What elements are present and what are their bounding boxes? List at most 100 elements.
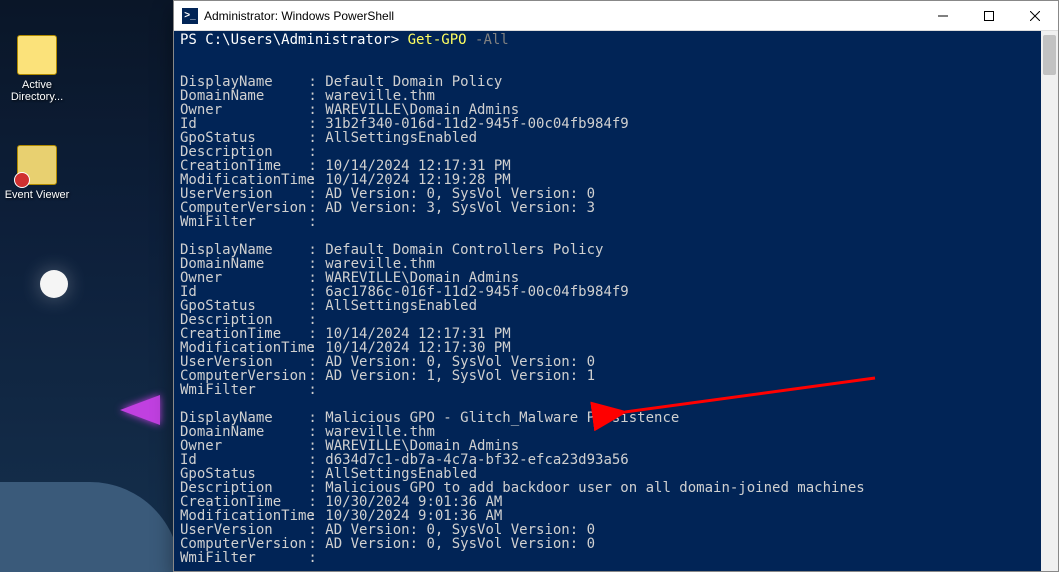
field-label: GpoStatus [180, 467, 300, 481]
colon: : [300, 214, 325, 230]
output-line: UserVersion : AD Version: 0, SysVol Vers… [180, 187, 1035, 201]
output-line: WmiFilter : [180, 551, 1035, 565]
field-value: AD Version: 0, SysVol Version: 0 [325, 536, 595, 552]
output-line: ComputerVersion : AD Version: 0, SysVol … [180, 537, 1035, 551]
field-value: AD Version: 1, SysVol Version: 1 [325, 368, 595, 384]
vertical-scrollbar[interactable] [1041, 31, 1058, 571]
field-label: UserVersion [180, 187, 300, 201]
desktop-icon-active-directory[interactable]: Active Directory... [0, 35, 74, 103]
field-label: WmiFilter [180, 383, 300, 397]
field-label: GpoStatus [180, 131, 300, 145]
output-line: WmiFilter : [180, 215, 1035, 229]
field-label: Description [180, 145, 300, 159]
field-label: ComputerVersion [180, 369, 300, 383]
output-line [180, 47, 1035, 61]
output-line: Id : 31b2f340-016d-11d2-945f-00c04fb984f… [180, 117, 1035, 131]
hill-decoration [0, 482, 180, 572]
field-label: DisplayName [180, 411, 300, 425]
field-label: DisplayName [180, 243, 300, 257]
field-label: UserVersion [180, 523, 300, 537]
desktop-icon-event-viewer[interactable]: Event Viewer [0, 145, 74, 201]
output-line [180, 61, 1035, 75]
titlebar[interactable]: >_ Administrator: Windows PowerShell [174, 1, 1058, 31]
output-line: Id : d634d7c1-db7a-4c7a-bf32-efca23d93a5… [180, 453, 1035, 467]
field-label: Description [180, 313, 300, 327]
field-label: CreationTime [180, 495, 300, 509]
field-label: Id [180, 453, 300, 467]
scrollbar-thumb[interactable] [1043, 35, 1056, 75]
field-label: ModificationTime [180, 341, 300, 355]
alert-badge-icon [14, 172, 30, 188]
output-line: ModificationTime : 10/14/2024 12:17:30 P… [180, 341, 1035, 355]
output-line: CreationTime : 10/14/2024 12:17:31 PM [180, 327, 1035, 341]
output-line: CreationTime : 10/14/2024 12:17:31 PM [180, 159, 1035, 173]
colon: : [300, 382, 325, 398]
folder-icon [17, 35, 57, 75]
field-label: CreationTime [180, 159, 300, 173]
field-label: DomainName [180, 425, 300, 439]
prompt-path: PS C:\Users\Administrator> [180, 32, 408, 48]
field-label: Owner [180, 439, 300, 453]
terminal-output[interactable]: PS C:\Users\Administrator> Get-GPO -All … [174, 31, 1041, 571]
command-flag: -All [467, 32, 509, 48]
field-label: ModificationTime [180, 509, 300, 523]
output-line: Description : [180, 145, 1035, 159]
field-label: WmiFilter [180, 215, 300, 229]
output-line [180, 229, 1035, 243]
output-line: DomainName : wareville.thm [180, 89, 1035, 103]
field-label: ModificationTime [180, 173, 300, 187]
output-line: DisplayName : Malicious GPO - Glitch_Mal… [180, 411, 1035, 425]
colon: : [300, 550, 325, 566]
output-line: Description : Malicious GPO to add backd… [180, 481, 1035, 495]
output-line: DisplayName : Default Domain Controllers… [180, 243, 1035, 257]
output-line: UserVersion : AD Version: 0, SysVol Vers… [180, 523, 1035, 537]
output-line: GpoStatus : AllSettingsEnabled [180, 131, 1035, 145]
field-label: ComputerVersion [180, 201, 300, 215]
output-line: ComputerVersion : AD Version: 1, SysVol … [180, 369, 1035, 383]
field-label: UserVersion [180, 355, 300, 369]
event-viewer-icon [17, 145, 57, 185]
command-text: Get-GPO [408, 32, 467, 48]
output-line: GpoStatus : AllSettingsEnabled [180, 467, 1035, 481]
window-title: Administrator: Windows PowerShell [204, 9, 920, 23]
field-label: Id [180, 285, 300, 299]
output-line: ComputerVersion : AD Version: 3, SysVol … [180, 201, 1035, 215]
field-label: CreationTime [180, 327, 300, 341]
powershell-icon: >_ [182, 8, 198, 24]
output-line: ModificationTime : 10/14/2024 12:19:28 P… [180, 173, 1035, 187]
purple-pointer-decoration [120, 395, 160, 425]
powershell-window: >_ Administrator: Windows PowerShell PS … [173, 0, 1059, 572]
field-label: GpoStatus [180, 299, 300, 313]
output-line: GpoStatus : AllSettingsEnabled [180, 299, 1035, 313]
field-label: Owner [180, 271, 300, 285]
field-label: Description [180, 481, 300, 495]
field-value: AllSettingsEnabled [325, 298, 477, 314]
output-line: DomainName : wareville.thm [180, 425, 1035, 439]
field-label: ComputerVersion [180, 537, 300, 551]
close-button[interactable] [1012, 1, 1058, 31]
field-label: DomainName [180, 257, 300, 271]
field-value: AllSettingsEnabled [325, 130, 477, 146]
field-label: Id [180, 117, 300, 131]
output-line: DomainName : wareville.thm [180, 257, 1035, 271]
field-label: Owner [180, 103, 300, 117]
moon-decoration [40, 270, 68, 298]
output-line: WmiFilter : [180, 383, 1035, 397]
output-line [180, 397, 1035, 411]
output-line: Description : [180, 313, 1035, 327]
output-line: PS C:\Users\Administrator> Get-GPO -All [180, 33, 1035, 47]
field-value: AD Version: 3, SysVol Version: 3 [325, 200, 595, 216]
output-line: UserVersion : AD Version: 0, SysVol Vers… [180, 355, 1035, 369]
output-line: Owner : WAREVILLE\Domain Admins [180, 103, 1035, 117]
maximize-button[interactable] [966, 1, 1012, 31]
output-line: CreationTime : 10/30/2024 9:01:36 AM [180, 495, 1035, 509]
desktop-icon-label: Active Directory... [0, 79, 74, 103]
field-label: DomainName [180, 89, 300, 103]
field-label: DisplayName [180, 75, 300, 89]
output-line: ModificationTime : 10/30/2024 9:01:36 AM [180, 509, 1035, 523]
output-line: Owner : WAREVILLE\Domain Admins [180, 439, 1035, 453]
desktop-icon-label: Event Viewer [0, 189, 74, 201]
output-line: DisplayName : Default Domain Policy [180, 75, 1035, 89]
minimize-button[interactable] [920, 1, 966, 31]
output-line: Owner : WAREVILLE\Domain Admins [180, 271, 1035, 285]
